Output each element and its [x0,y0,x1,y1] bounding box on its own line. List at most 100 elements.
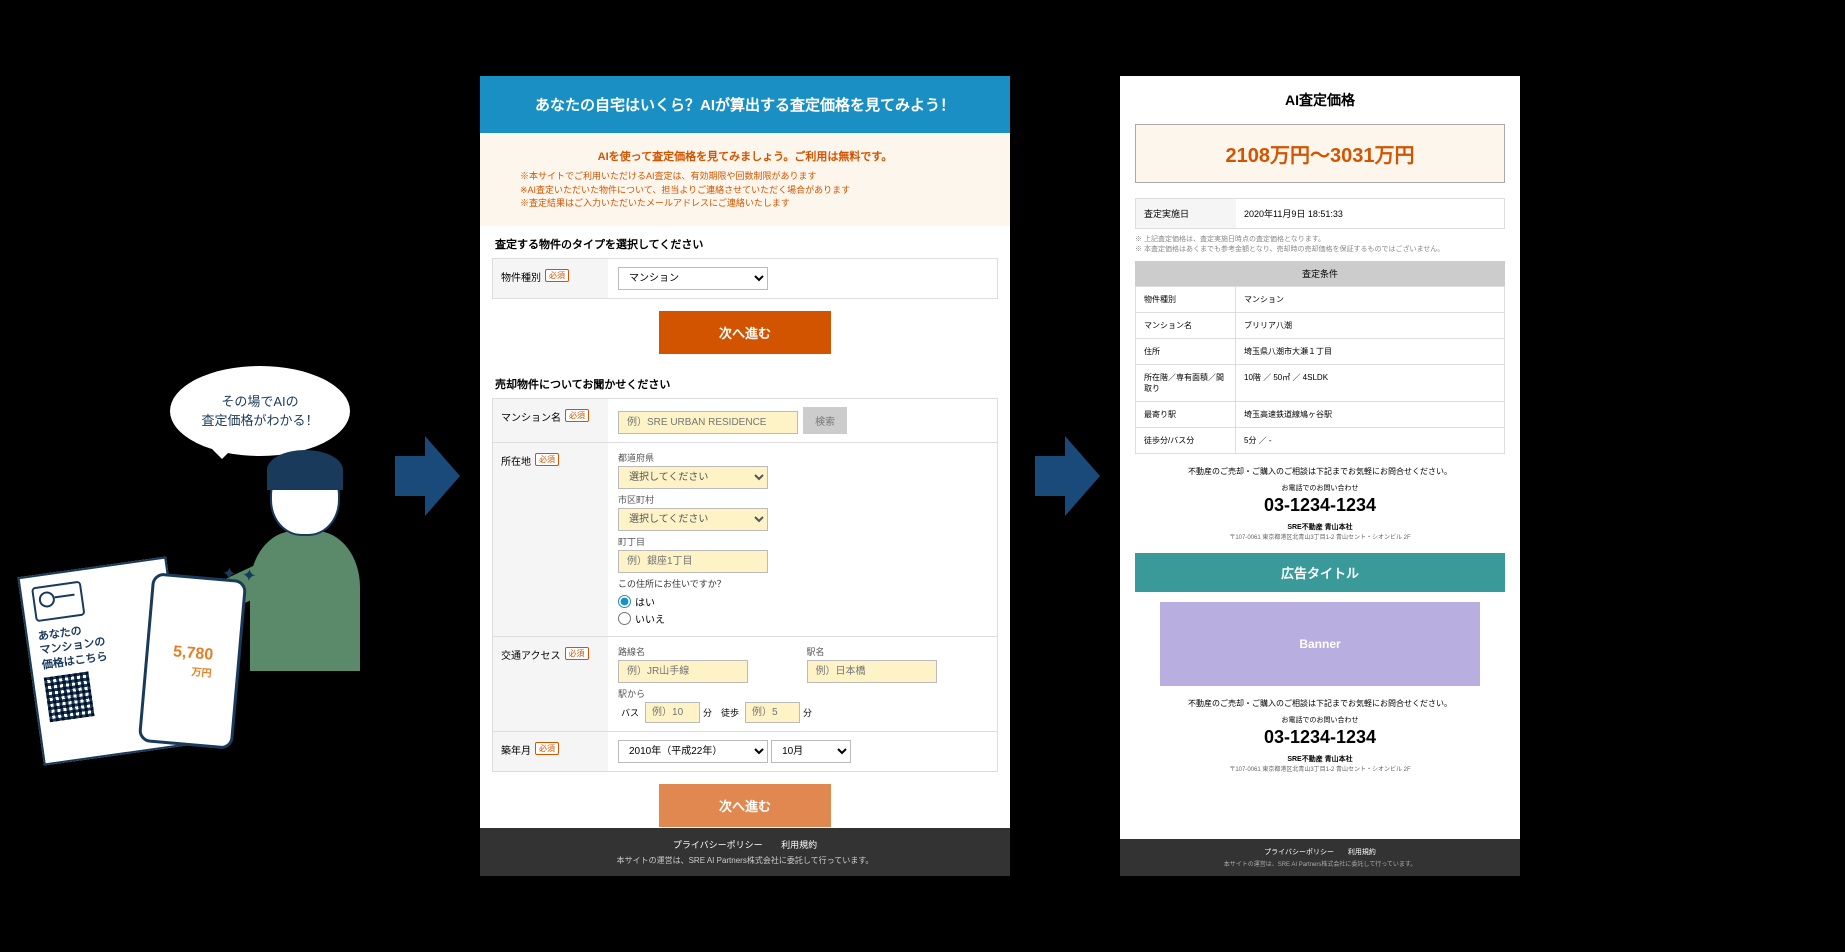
condition-row: 所在階／専有面積／間取り10階 ／ 50㎡ ／ 4SLDK [1135,365,1505,402]
required-badge: 必須 [535,453,559,466]
next-button-1[interactable]: 次へ進む [659,311,831,354]
bus-input[interactable] [645,702,700,723]
walk-input[interactable] [745,702,800,723]
pref-select[interactable]: 選択してください [618,466,768,489]
cond-value: 埼玉高速鉄道線鳩ヶ谷駅 [1236,402,1504,427]
form-header: あなたの自宅はいくら？AIが算出する査定価格を見てみよう！ [480,76,1010,133]
contact-company-2: SRE不動産 青山本社 [1120,754,1520,764]
radio-no[interactable]: いいえ [618,611,987,626]
form-footer: プライバシーポリシー 利用規約 本サイトの運営は、SRE AI Partners… [480,828,1010,876]
cond-value: ブリリア八潮 [1236,313,1504,338]
required-badge: 必須 [565,409,589,422]
form-panel: あなたの自宅はいくら？AIが算出する査定価格を見てみよう！ AIを使って査定価格… [480,76,1010,876]
mansion-name-label: マンション名 必須 [493,399,608,442]
contact-addr-2: 〒107-0061 東京都港区北青山3丁目1-2 青山セント・シオンビル 2F [1120,764,1520,773]
town-input[interactable] [618,550,768,573]
built-year-select[interactable]: 2010年（平成22年） [618,740,768,763]
cond-label: マンション名 [1136,313,1236,338]
contact-sub: お電話でのお問い合わせ [1120,483,1520,493]
cond-label: 徒歩分/バス分 [1136,428,1236,453]
access-label: 交通アクセス 必須 [493,637,608,731]
result-panel: AI査定価格 2108万円～3031万円 査定実施日 2020年11月9日 18… [1120,76,1520,876]
speech-text: その場でAIの 査定価格がわかる！ [201,392,318,431]
required-badge: 必須 [535,742,559,755]
terms-link[interactable]: 利用規約 [1348,849,1376,856]
radio-yes[interactable]: はい [618,594,987,609]
cond-value: マンション [1236,287,1504,312]
speech-bubble: その場でAIの 査定価格がわかる！ [170,366,350,456]
section2-title: 売却物件についてお聞かせください [480,366,1010,398]
arrow-icon [395,436,455,516]
town-label: 町丁目 [618,535,987,548]
contact-phone-2: 03-1234-1234 [1120,725,1520,750]
date-value: 2020年11月9日 18:51:33 [1236,199,1504,228]
bus-label: バス [621,706,639,719]
contact-sub-2: お電話でのお問い合わせ [1120,715,1520,725]
result-price-box: 2108万円～3031万円 [1135,124,1505,183]
notice-sub-3: ※査定結果はご入力いただいたメールアドレスにご連絡いたします [520,197,970,211]
privacy-link[interactable]: プライバシーポリシー [1264,849,1334,856]
qr-code-icon [44,671,95,722]
line-input[interactable] [618,660,748,683]
condition-row: マンション名ブリリア八潮 [1135,313,1505,339]
built-month-select[interactable]: 10月 [771,740,851,763]
terms-link[interactable]: 利用規約 [781,840,817,850]
phone-price: 5,780万円 [171,643,214,679]
required-badge: 必須 [545,269,569,282]
from-station-label: 駅から [618,687,987,700]
city-label: 市区町村 [618,493,987,506]
ad-title: 広告タイトル [1135,553,1505,592]
cond-value: 埼玉県八潮市大瀬１丁目 [1236,339,1504,364]
property-type-select[interactable]: マンション [618,267,768,290]
condition-row: 住所埼玉県八潮市大瀬１丁目 [1135,339,1505,365]
contact-company: SRE不動産 青山本社 [1120,522,1520,532]
conditions-header: 査定条件 [1135,261,1505,286]
contact-msg-2: 不動産のご売却・ご購入のご相談は下記までお気軽にお問合せください。 [1120,686,1520,715]
person-illustration [250,456,370,756]
contact-phone: 03-1234-1234 [1120,493,1520,518]
next-button-2[interactable]: 次へ進む [659,784,831,827]
disclaimer: ※ 上記査定価格は、査定実施日時点の査定価格となります。 ※ 本査定価格はあくま… [1120,229,1520,261]
residence-question: この住所にお住いですか？ [618,577,987,590]
privacy-link[interactable]: プライバシーポリシー [673,840,763,850]
result-title: AI査定価格 [1120,76,1520,124]
footer-note: 本サイトの運営は、SRE AI Partners株式会社に委託して行っています。 [1128,859,1512,868]
form-notice: AIを使って査定価格を見てみましょう。ご利用は無料です。 ※本サイトでご利用いた… [480,133,1010,226]
contact-msg: 不動産のご売却・ご購入のご相談は下記までお気軽にお問合せください。 [1120,454,1520,483]
property-type-label: 物件種別 必須 [493,259,608,298]
contact-addr: 〒107-0061 東京都港区北青山3丁目1-2 青山セント・シオンビル 2F [1120,532,1520,541]
cond-label: 所在階／専有面積／間取り [1136,365,1236,401]
condition-row: 物件種別マンション [1135,286,1505,313]
search-button[interactable]: 検索 [803,407,847,434]
result-footer: プライバシーポリシー 利用規約 本サイトの運営は、SRE AI Partners… [1120,839,1520,876]
station-label: 駅名 [807,645,988,658]
city-select[interactable]: 選択してください [618,508,768,531]
notice-main: AIを使って査定価格を見てみましょう。ご利用は無料です。 [520,148,970,164]
condition-row: 徒歩分/バス分5分 ／ - [1135,428,1505,454]
footer-note: 本サイトの運営は、SRE AI Partners株式会社に委託して行っています。 [490,855,1000,866]
station-input[interactable] [807,660,937,683]
location-label: 所在地 必須 [493,443,608,636]
section1-title: 査定する物件のタイプを選択してください [480,226,1010,258]
mansion-name-input[interactable] [618,411,798,434]
arrow-icon [1035,436,1095,516]
result-price: 2108万円～3031万円 [1226,145,1415,167]
cond-value: 10階 ／ 50㎡ ／ 4SLDK [1236,365,1504,401]
date-label: 査定実施日 [1136,199,1236,228]
ad-banner[interactable]: Banner [1160,602,1480,686]
built-label: 築年月 必須 [493,732,608,771]
cond-value: 5分 ／ - [1236,428,1504,453]
pref-label: 都道府県 [618,451,987,464]
notice-sub-1: ※本サイトでご利用いただけるAI査定は、有効期限や回数制限があります [520,170,970,184]
walk-label: 徒歩 [721,706,739,719]
required-badge: 必須 [565,647,589,660]
spark-icon: ✦ ✦ [221,563,258,587]
cond-label: 物件種別 [1136,287,1236,312]
phone-illustration: ✦ ✦ 5,780万円 [138,572,247,750]
cond-label: 住所 [1136,339,1236,364]
cond-label: 最寄り駅 [1136,402,1236,427]
condition-row: 最寄り駅埼玉高速鉄道線鳩ヶ谷駅 [1135,402,1505,428]
notice-sub-2: ※AI査定いただいた物件について、担当よりご連絡させていただく場合があります [520,184,970,198]
illustration-panel: その場でAIの 査定価格がわかる！ あなたの マンションの 価格はこちら ✦ ✦… [20,226,370,726]
line-label: 路線名 [618,645,799,658]
